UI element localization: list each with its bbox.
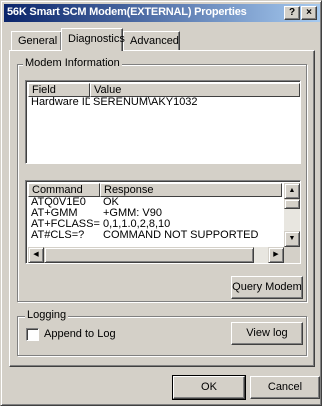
column-header-field[interactable]: Field bbox=[28, 83, 90, 97]
table-row[interactable]: Hardware ID SERENUM\AKY1032 bbox=[28, 97, 290, 108]
column-header-command[interactable]: Command bbox=[28, 183, 100, 197]
help-button[interactable]: ? bbox=[284, 6, 300, 20]
table-row[interactable]: AT+FCLASS=? 0,1,1.0,2,8,10 bbox=[28, 219, 280, 230]
close-icon: × bbox=[306, 7, 312, 18]
append-to-log-checkbox[interactable] bbox=[26, 328, 39, 341]
tab-diagnostics[interactable]: Diagnostics bbox=[61, 28, 125, 51]
vertical-scroll-thumb[interactable] bbox=[284, 199, 300, 209]
query-modem-button[interactable]: Query Modem bbox=[231, 276, 303, 299]
arrow-down-icon: ▼ bbox=[288, 235, 296, 242]
command-response-list[interactable]: Command Response ATQ0V1E0 OK AT+GMM +GMM… bbox=[25, 180, 301, 264]
ok-button[interactable]: OK bbox=[172, 375, 246, 400]
tab-advanced-label: Advanced bbox=[130, 35, 179, 47]
cell-field: Hardware ID bbox=[31, 97, 90, 108]
horizontal-scroll-thumb[interactable] bbox=[44, 247, 254, 263]
cell-command: ATQ0V1E0 bbox=[31, 197, 86, 208]
cell-command: AT#CLS=? bbox=[31, 230, 85, 241]
arrow-right-icon: ▶ bbox=[273, 251, 279, 258]
column-header-response[interactable]: Response bbox=[100, 183, 282, 197]
tab-advanced[interactable]: Advanced bbox=[123, 31, 180, 51]
column-header-value[interactable]: Value bbox=[90, 83, 300, 97]
table-row[interactable]: ATQ0V1E0 OK bbox=[28, 197, 280, 208]
view-log-button[interactable]: View log bbox=[231, 322, 303, 345]
scroll-right-button[interactable]: ▶ bbox=[268, 247, 284, 263]
cell-response: COMMAND NOT SUPPORTED bbox=[103, 230, 259, 241]
cell-response: 0,1,1.0,2,8,10 bbox=[103, 219, 171, 230]
modem-info-list[interactable]: Field Value Hardware ID SERENUM\AKY1032 bbox=[25, 80, 301, 164]
cell-command: AT+GMM bbox=[31, 208, 78, 219]
properties-dialog: 56K Smart SCM Modem(EXTERNAL) Properties… bbox=[0, 0, 322, 406]
cancel-button[interactable]: Cancel bbox=[250, 376, 320, 399]
cell-command: AT+FCLASS=? bbox=[31, 219, 100, 230]
arrow-left-icon: ◀ bbox=[33, 251, 39, 258]
command-response-header: Command Response bbox=[28, 183, 282, 197]
table-row[interactable]: AT#CLS=? COMMAND NOT SUPPORTED bbox=[28, 230, 280, 241]
table-row[interactable]: AT+GMM +GMM: V90 bbox=[28, 208, 280, 219]
scroll-up-button[interactable]: ▲ bbox=[284, 183, 300, 199]
cell-response: +GMM: V90 bbox=[103, 208, 162, 219]
close-button[interactable]: × bbox=[301, 6, 317, 20]
cell-response: OK bbox=[103, 197, 119, 208]
window-title: 56K Smart SCM Modem(EXTERNAL) Properties bbox=[7, 6, 247, 18]
cell-value: SERENUM\AKY1032 bbox=[93, 97, 198, 108]
tab-general[interactable]: General bbox=[11, 31, 62, 51]
modem-information-label: Modem Information bbox=[23, 57, 122, 69]
tab-diagnostics-label: Diagnostics bbox=[68, 33, 125, 45]
modem-info-header: Field Value bbox=[28, 83, 300, 97]
logging-label: Logging bbox=[25, 309, 69, 321]
scroll-left-button[interactable]: ◀ bbox=[28, 247, 44, 263]
title-bar[interactable]: 56K Smart SCM Modem(EXTERNAL) Properties… bbox=[4, 4, 320, 22]
scroll-down-button[interactable]: ▼ bbox=[284, 231, 300, 247]
horizontal-scrollbar[interactable]: ◀ ▶ bbox=[28, 247, 284, 263]
arrow-up-icon: ▲ bbox=[288, 187, 296, 194]
append-to-log-label[interactable]: Append to Log bbox=[44, 328, 116, 340]
vertical-scrollbar[interactable]: ▲ ▼ bbox=[284, 183, 300, 247]
tab-general-label: General bbox=[18, 35, 58, 47]
scrollbar-corner bbox=[284, 247, 300, 263]
